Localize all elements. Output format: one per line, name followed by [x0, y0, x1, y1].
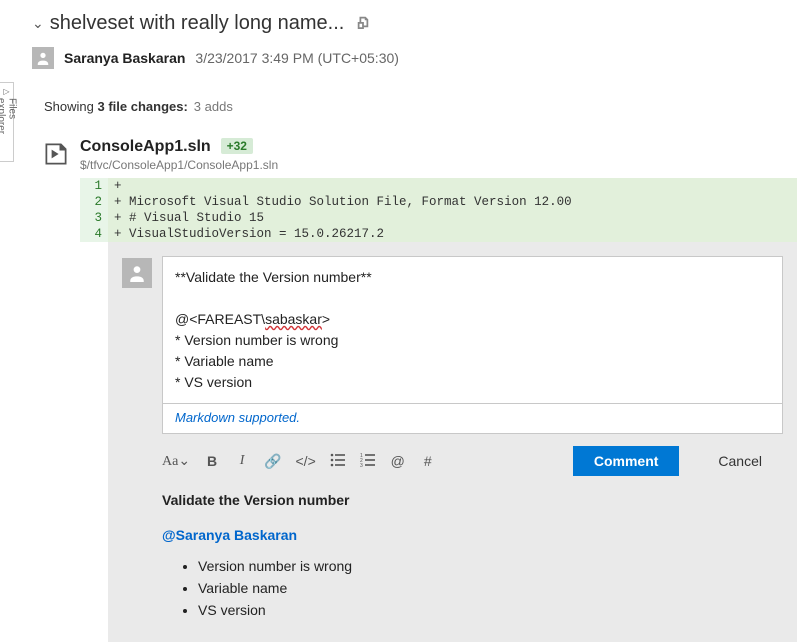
mention-button[interactable]: @ — [390, 453, 406, 469]
file-name[interactable]: ConsoleApp1.sln — [80, 138, 211, 155]
shelveset-title: shelveset with really long name... — [50, 12, 345, 35]
solution-file-icon — [42, 140, 70, 168]
lines-added-badge: +32 — [221, 138, 253, 154]
timestamp: 3/23/2017 3:49 PM (UTC+05:30) — [195, 50, 399, 66]
text-style-dropdown[interactable]: Aa⌄ — [162, 453, 190, 470]
link-button[interactable]: 🔗 — [264, 453, 281, 470]
comment-preview: Validate the Version number @Saranya Bas… — [162, 490, 783, 621]
code-button[interactable]: </> — [296, 453, 316, 469]
workitem-button[interactable]: # — [420, 453, 436, 469]
comment-textarea[interactable]: **Validate the Version number** @<FAREAS… — [162, 256, 783, 404]
side-tab-label: Files explorer — [0, 98, 18, 157]
number-list-button[interactable]: 123 — [360, 453, 376, 470]
italic-button[interactable]: I — [234, 453, 250, 469]
cancel-button[interactable]: Cancel — [697, 446, 783, 476]
file-path: $/tfvc/ConsoleApp1/ConsoleApp1.sln — [80, 158, 278, 172]
changes-summary: Showing 3 file changes:3 adds — [32, 87, 797, 138]
markdown-supported-link[interactable]: Markdown supported. — [162, 404, 783, 434]
copy-icon[interactable] — [356, 15, 370, 32]
formatting-toolbar: Aa⌄ B I 🔗 </> 123 @ # — [162, 453, 436, 470]
mention-link[interactable]: @Saranya Baskaran — [162, 525, 783, 546]
bullet-list-button[interactable] — [330, 453, 346, 470]
commenter-avatar — [122, 258, 152, 288]
diff-view: 1+ 2+ Microsoft Visual Studio Solution F… — [80, 178, 797, 242]
chevron-down-icon[interactable]: ⌄ — [32, 15, 44, 32]
user-avatar — [32, 47, 54, 69]
svg-text:3: 3 — [360, 463, 363, 467]
comment-button[interactable]: Comment — [573, 446, 680, 476]
chevron-right-icon: ▷ — [2, 87, 11, 96]
files-explorer-tab[interactable]: ▷ Files explorer — [0, 82, 14, 162]
bold-button[interactable]: B — [204, 453, 220, 469]
author-name[interactable]: Saranya Baskaran — [64, 50, 185, 66]
